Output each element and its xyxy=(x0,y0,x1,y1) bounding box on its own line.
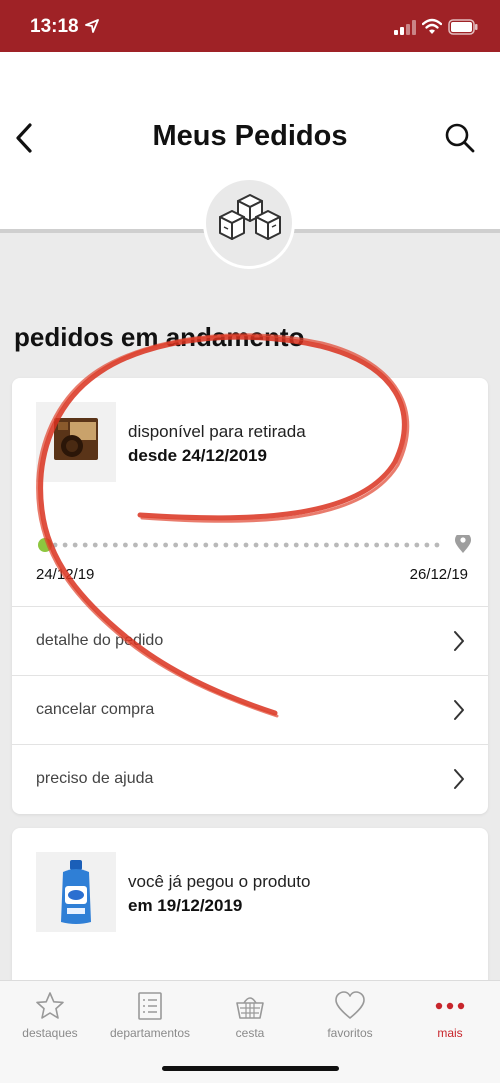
more-dots-icon xyxy=(435,1002,465,1010)
chevron-right-icon xyxy=(454,700,464,720)
progress-dot xyxy=(223,542,229,548)
status-time: 13:18 xyxy=(30,16,79,37)
progress-dot xyxy=(143,542,148,548)
action-label: preciso de ajuda xyxy=(36,770,154,787)
location-arrow-icon xyxy=(85,19,99,33)
progress-dot xyxy=(102,542,108,548)
progress-dot xyxy=(163,542,168,548)
boxes-icon xyxy=(219,194,281,240)
progress-dot xyxy=(293,542,299,548)
tab-label: destaques xyxy=(22,1026,78,1040)
cell-signal-icon xyxy=(394,20,416,35)
home-indicator xyxy=(162,1066,339,1071)
progress-dot xyxy=(384,542,390,548)
progress-dot xyxy=(123,542,128,548)
tab-label: mais xyxy=(437,1026,463,1040)
progress-dot xyxy=(233,542,239,548)
progress-dot xyxy=(334,542,339,548)
tab-cesta[interactable]: cesta xyxy=(200,981,300,1051)
progress-dot xyxy=(213,542,219,548)
product-thumbnail[interactable] xyxy=(36,852,116,932)
progress-dot xyxy=(243,542,249,548)
page-title: Meus Pedidos xyxy=(152,120,348,152)
progress-dot xyxy=(404,542,410,548)
tab-destaques[interactable]: destaques xyxy=(0,981,100,1051)
progress-dot xyxy=(112,542,118,548)
progress-dot xyxy=(62,542,68,548)
progress-dot xyxy=(193,542,199,548)
progress-dot xyxy=(283,542,289,548)
progress-dot xyxy=(263,542,269,548)
tab-mais[interactable]: mais xyxy=(400,981,500,1051)
progress-dot xyxy=(374,542,380,548)
section-title: pedidos em andamento xyxy=(14,322,305,352)
action-label: detalhe do pedido xyxy=(36,632,164,649)
progress-dot xyxy=(424,542,430,548)
progress-dot xyxy=(313,542,319,548)
tab-label: cesta xyxy=(235,1026,265,1040)
order-status: disponível para retirada xyxy=(128,422,306,441)
progress-dot xyxy=(253,542,259,548)
progress-dot xyxy=(354,542,359,548)
heart-icon xyxy=(335,991,365,1019)
progress-dot xyxy=(203,542,209,548)
tab-departamentos[interactable]: departamentos xyxy=(100,981,200,1051)
destination-pin-hole xyxy=(460,537,466,543)
progress-dot xyxy=(183,542,189,548)
orders-badge xyxy=(203,177,295,269)
chevron-right-icon xyxy=(454,631,464,651)
progress-start-date: 24/12/19 xyxy=(36,566,95,583)
list-icon xyxy=(138,992,162,1020)
search-icon[interactable] xyxy=(443,121,477,155)
order-status-date: em 19/12/2019 xyxy=(128,896,243,915)
tab-label: favoritos xyxy=(327,1026,373,1040)
delivery-progress-track xyxy=(38,535,471,553)
order-details-button[interactable]: detalhe do pedido xyxy=(12,606,488,676)
cancel-purchase-button[interactable]: cancelar compra xyxy=(12,675,488,745)
progress-dot xyxy=(394,542,400,548)
progress-current-marker xyxy=(38,538,52,552)
order-status-date: desde 24/12/2019 xyxy=(128,446,267,465)
progress-dot xyxy=(344,542,349,548)
order-status: você já pegou o produto xyxy=(128,872,311,891)
progress-dot xyxy=(153,542,158,548)
progress-dot xyxy=(414,542,420,548)
tab-label: departamentos xyxy=(109,1026,191,1040)
progress-dot xyxy=(82,542,88,548)
tab-favoritos[interactable]: favoritos xyxy=(300,981,400,1051)
progress-dot xyxy=(72,542,78,548)
order-card: disponível para retirada desde 24/12/201… xyxy=(12,378,488,814)
progress-dot xyxy=(173,542,179,548)
wifi-icon xyxy=(422,18,442,34)
chevron-right-icon xyxy=(454,769,464,789)
progress-dot xyxy=(273,542,279,548)
chocolate-product-image xyxy=(54,418,98,460)
progress-dot xyxy=(52,542,58,548)
status-bar: 13:18 xyxy=(0,0,500,52)
need-help-button[interactable]: preciso de ajuda xyxy=(12,744,488,814)
progress-dot xyxy=(434,542,440,548)
progress-end-date: 26/12/19 xyxy=(409,566,468,583)
progress-dot xyxy=(303,542,309,548)
basket-icon xyxy=(236,997,264,1019)
progress-dot xyxy=(133,542,138,548)
product-thumbnail[interactable] xyxy=(36,402,116,482)
action-label: cancelar compra xyxy=(36,701,155,718)
detergent-product-image xyxy=(61,860,91,924)
progress-dot xyxy=(364,542,369,548)
battery-icon xyxy=(448,19,478,35)
progress-dot xyxy=(92,542,98,548)
progress-dot xyxy=(324,542,329,548)
star-icon xyxy=(36,992,64,1019)
